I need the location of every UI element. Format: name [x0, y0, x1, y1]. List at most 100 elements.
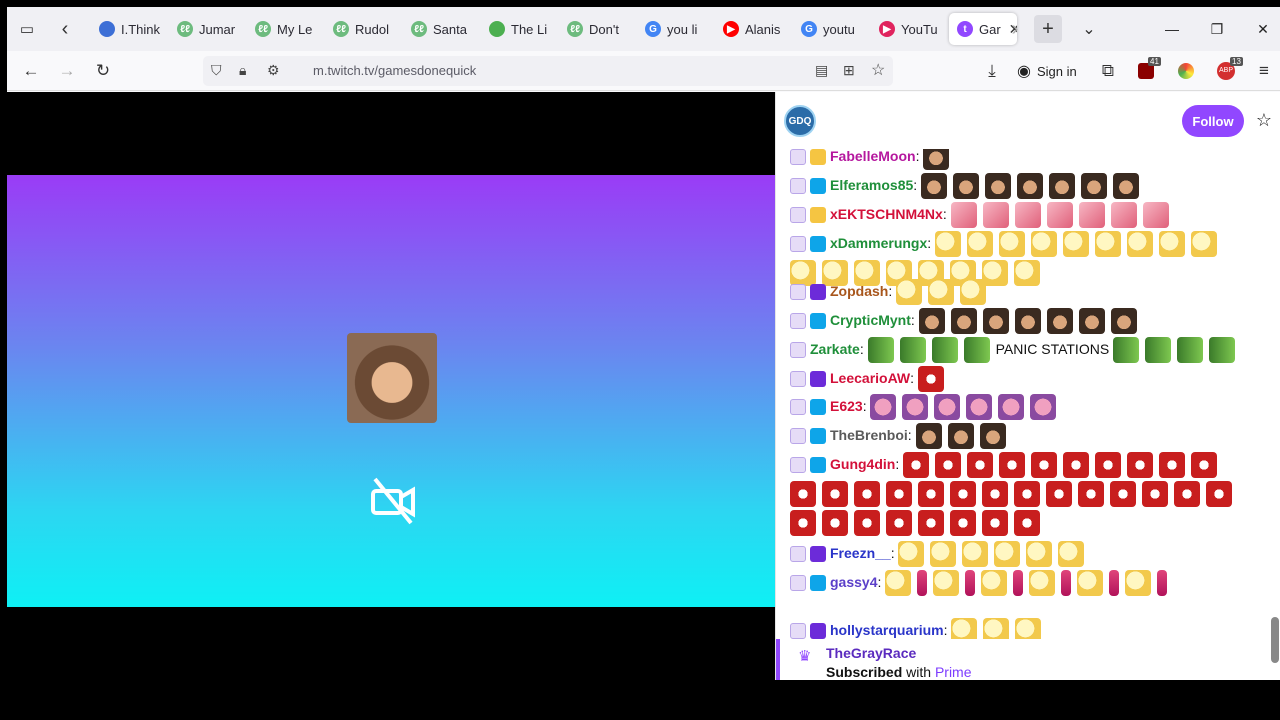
subscriber-badge-icon[interactable] — [790, 149, 806, 166]
chat-emote-icon[interactable] — [1145, 337, 1172, 364]
shield-icon[interactable]: ⛉ — [211, 62, 222, 79]
chat-emote-icon[interactable] — [982, 481, 1008, 508]
menu-icon[interactable]: ≡ — [1249, 57, 1279, 85]
chat-emote-icon[interactable] — [867, 337, 894, 364]
chat-emote-icon[interactable] — [966, 394, 993, 421]
chat-emote-icon[interactable] — [898, 541, 925, 568]
close-window-button[interactable]: ✕ — [1243, 15, 1280, 43]
chat-emote-icon[interactable] — [1095, 452, 1122, 479]
chat-emote-icon[interactable] — [950, 481, 976, 508]
chat-emote-icon[interactable] — [953, 173, 980, 200]
extensions-icon[interactable]: ⧉ — [1093, 57, 1123, 85]
chat-emote-icon[interactable] — [934, 394, 961, 421]
chat-emote-icon[interactable] — [1110, 308, 1137, 335]
chat-username[interactable]: FabelleMoon — [830, 149, 916, 164]
ublock-icon[interactable]: 41 — [1131, 57, 1161, 85]
reload-button[interactable]: ↻ — [88, 57, 118, 85]
chat-emote-icon[interactable] — [998, 394, 1025, 421]
tab-1[interactable]: ℓℓ Jumar — [169, 13, 245, 45]
minimize-button[interactable]: — — [1152, 15, 1192, 43]
chat-emote-icon[interactable] — [1081, 173, 1108, 200]
tab-3[interactable]: ℓℓ Rudol — [325, 13, 401, 45]
restore-button[interactable]: ❐ — [1197, 15, 1237, 43]
chat-username[interactable]: gassy4 — [830, 574, 877, 590]
chat-emote-icon[interactable] — [967, 452, 994, 479]
tab-8[interactable]: ▶ Alanis — [715, 13, 791, 45]
tab-5[interactable]: The Li — [481, 13, 557, 45]
chat-username[interactable]: Freezn__ — [830, 545, 891, 561]
chat-emote-icon[interactable] — [902, 394, 929, 421]
chat-emote-icon[interactable] — [921, 173, 948, 200]
chat-emote-icon[interactable] — [1110, 202, 1137, 229]
chat-emote-icon[interactable] — [1110, 481, 1136, 508]
chat-emote-icon[interactable] — [918, 308, 945, 335]
exclamation-emote-icon[interactable] — [1109, 570, 1120, 597]
chat-emote-icon[interactable] — [963, 337, 990, 364]
subscriber-badge-icon[interactable] — [790, 623, 806, 639]
chat-emote-icon[interactable] — [899, 337, 926, 364]
chat-emote-icon[interactable] — [917, 366, 944, 393]
chat-badge-icon[interactable] — [810, 313, 826, 330]
chat-emote-icon[interactable] — [935, 452, 962, 479]
chat-emote-icon[interactable] — [994, 541, 1021, 568]
exclamation-emote-icon[interactable] — [1061, 570, 1072, 597]
chat-username[interactable]: E623 — [830, 398, 863, 414]
pocket-icon[interactable]: ⊞ — [843, 62, 855, 79]
chat-badge-icon[interactable] — [810, 623, 826, 639]
subscriber-badge-icon[interactable] — [790, 178, 806, 195]
subscriber-badge-icon[interactable] — [790, 284, 806, 301]
chat-emote-icon[interactable] — [1078, 202, 1105, 229]
chat-emote-icon[interactable] — [1078, 308, 1105, 335]
scroll-tabs-left-icon[interactable]: ‹ — [51, 15, 79, 43]
chat-emote-icon[interactable] — [962, 541, 989, 568]
chat-emote-icon[interactable] — [886, 481, 912, 508]
url-text[interactable]: m.twitch.tv/gamesdonequick — [313, 63, 476, 78]
chat-emote-icon[interactable] — [790, 481, 816, 508]
adblock-icon[interactable]: ABP 13 — [1211, 57, 1243, 85]
chat-emote-icon[interactable] — [999, 231, 1026, 258]
chat-emote-icon[interactable] — [947, 423, 974, 450]
chat-badge-icon[interactable] — [810, 236, 826, 253]
bookmark-star-icon[interactable]: ☆ — [871, 60, 885, 80]
back-button[interactable]: ← — [16, 57, 46, 85]
chat-emote-icon[interactable] — [915, 423, 942, 450]
chat-emote-icon[interactable] — [1159, 452, 1186, 479]
chat-emote-icon[interactable] — [885, 570, 912, 597]
chat-emote-icon[interactable] — [1046, 481, 1072, 508]
chat-badge-icon[interactable] — [810, 284, 826, 301]
account-signin[interactable]: ◉ Sign in — [1017, 58, 1077, 84]
chat-emote-icon[interactable] — [1058, 541, 1085, 568]
chat-username[interactable]: xDammerungx — [830, 235, 927, 251]
chat-emote-icon[interactable] — [935, 231, 962, 258]
chat-emote-icon[interactable] — [1046, 308, 1073, 335]
chat-emote-icon[interactable] — [854, 510, 880, 537]
chat-emote-icon[interactable] — [1191, 452, 1218, 479]
chat-emote-icon[interactable] — [933, 570, 960, 597]
chat-emote-icon[interactable] — [1017, 173, 1044, 200]
tab-0[interactable]: I.Think — [91, 13, 167, 45]
prime-link[interactable]: Prime — [935, 664, 972, 680]
forward-button[interactable]: → — [52, 57, 82, 85]
tab-overview-icon[interactable]: ▭ — [13, 15, 41, 43]
chat-emote-icon[interactable] — [870, 394, 897, 421]
chat-emote-icon[interactable] — [1177, 337, 1204, 364]
chat-emote-icon[interactable] — [1029, 570, 1056, 597]
chat-emote-icon[interactable] — [1113, 337, 1140, 364]
chat-emote-icon[interactable] — [950, 510, 976, 537]
chat-emote-icon[interactable] — [1142, 481, 1168, 508]
chat-emote-icon[interactable] — [1191, 231, 1218, 258]
tab-4[interactable]: ℓℓ Santa — [403, 13, 479, 45]
chat-emote-icon[interactable] — [1014, 202, 1041, 229]
chat-emote-icon[interactable] — [999, 452, 1026, 479]
chat-emote-icon[interactable] — [950, 202, 977, 229]
address-bar[interactable]: ⛉ 🔒︎ ⚙ m.twitch.tv/gamesdonequick ▤ ⊞ ☆ — [203, 56, 893, 86]
chat-emote-icon[interactable] — [1014, 481, 1040, 508]
chat-emote-icon[interactable] — [1015, 618, 1042, 639]
tab-7[interactable]: Gyou li — [637, 13, 713, 45]
chat-emote-icon[interactable] — [967, 231, 994, 258]
exclamation-emote-icon[interactable] — [917, 570, 928, 597]
subscriber-badge-icon[interactable] — [790, 575, 806, 592]
chat-emote-icon[interactable] — [960, 279, 987, 306]
chat-emote-icon[interactable] — [918, 510, 944, 537]
chat-emote-icon[interactable] — [1014, 510, 1040, 537]
